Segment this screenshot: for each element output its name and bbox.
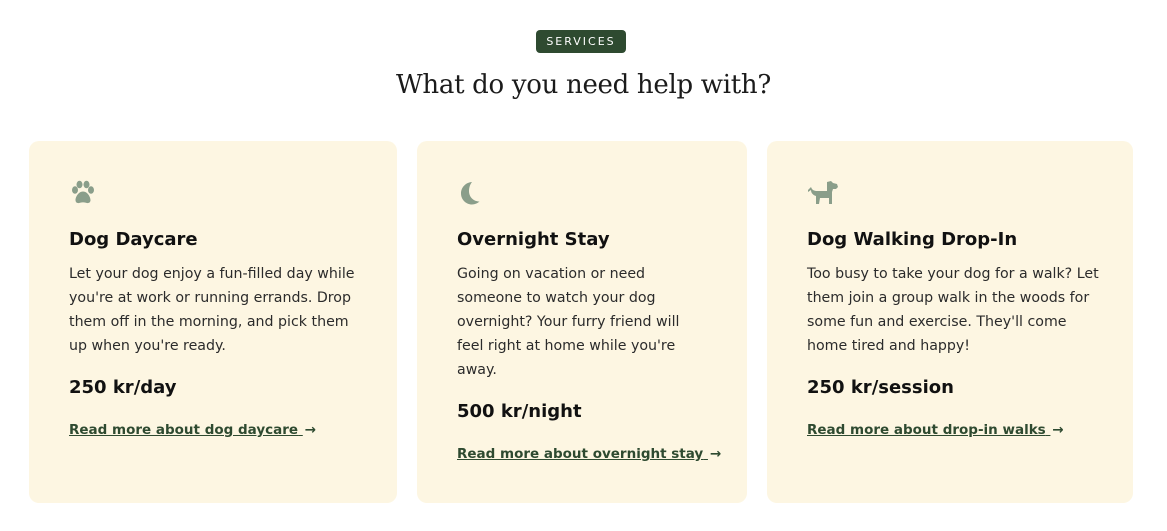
read-more-link-label: Read more about dog daycare [69, 422, 299, 438]
service-card-dog-daycare: Dog Daycare Let your dog enjoy a fun-fil… [29, 141, 397, 503]
read-more-link-label: Read more about drop-in walks [807, 422, 1046, 438]
read-more-link-label: Read more about overnight stay [457, 446, 704, 462]
arrow-right-icon: → [304, 422, 317, 438]
service-price: 500 kr/night [457, 401, 582, 422]
service-title: Overnight Stay [457, 229, 610, 250]
service-card-dog-walking: Dog Walking Drop-In Too busy to take you… [767, 141, 1133, 503]
moon-icon [457, 179, 489, 211]
paw-icon [69, 179, 101, 211]
service-description: Too busy to take your dog for a walk? Le… [807, 266, 1099, 354]
service-title: Dog Walking Drop-In [807, 229, 1018, 250]
read-more-link-dog-daycare[interactable]: Read more about dog daycare → [69, 422, 316, 438]
service-title: Dog Daycare [69, 229, 198, 250]
service-description: Let your dog enjoy a fun-filled day whil… [69, 266, 355, 354]
service-card-overnight-stay: Overnight Stay Going on vacation or need… [417, 141, 747, 503]
read-more-link-overnight-stay[interactable]: Read more about overnight stay → [457, 446, 721, 462]
service-price: 250 kr/day [69, 377, 177, 398]
service-description: Going on vacation or need someone to wat… [457, 266, 680, 378]
read-more-link-drop-in-walks[interactable]: Read more about drop-in walks → [807, 422, 1064, 438]
arrow-right-icon: → [1052, 422, 1064, 438]
section-heading: What do you need help with? [396, 70, 771, 100]
service-price: 250 kr/session [807, 377, 954, 398]
dog-icon [807, 179, 839, 211]
section-badge: SERVICES [536, 30, 626, 53]
arrow-right-icon: → [709, 446, 722, 462]
